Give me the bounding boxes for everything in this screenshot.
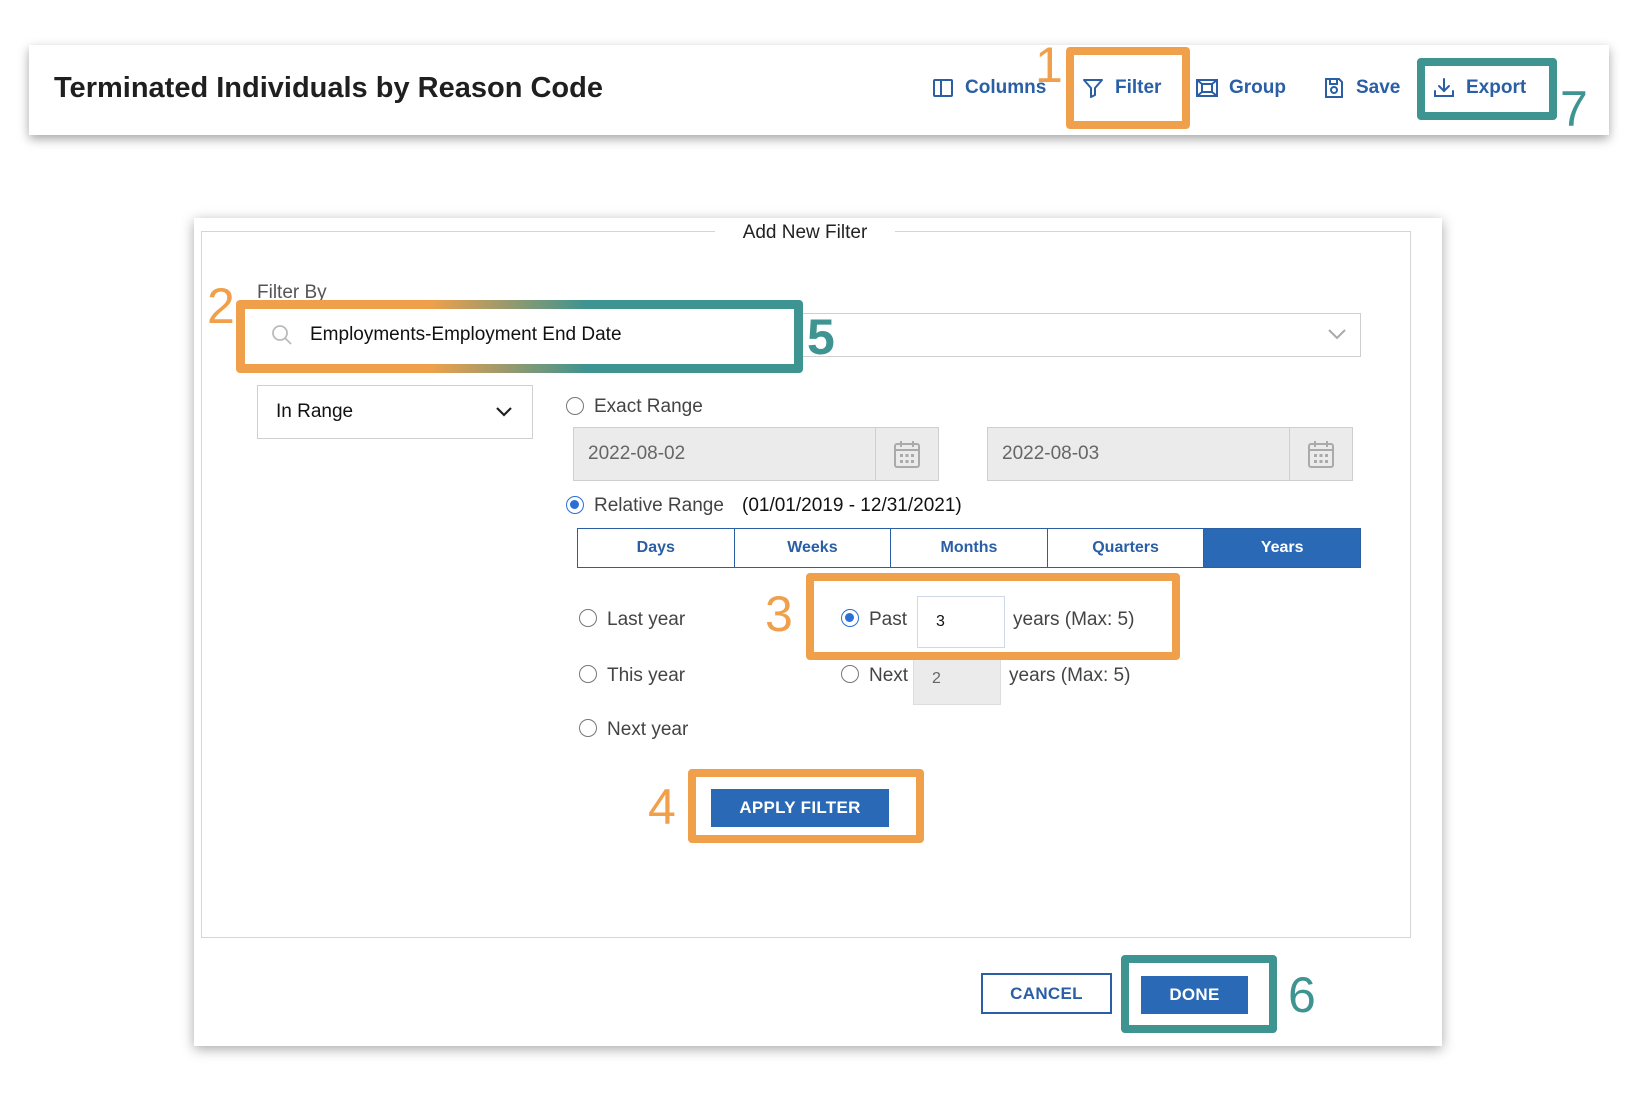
- annotation-number-5: 5: [807, 309, 835, 365]
- unit-days-button[interactable]: Days: [578, 529, 735, 567]
- annotation-box-7: [1417, 58, 1557, 120]
- group-icon: [1196, 79, 1218, 97]
- annotation-box-3: [806, 573, 1180, 660]
- exact-start-value: 2022-08-02: [588, 443, 686, 464]
- next-radio[interactable]: [841, 665, 859, 688]
- unit-years-button[interactable]: Years: [1204, 529, 1360, 567]
- chevron-down-icon[interactable]: [1326, 325, 1348, 343]
- unit-weeks-button[interactable]: Weeks: [734, 529, 892, 567]
- calendar-icon[interactable]: [1289, 428, 1352, 480]
- page-title: Terminated Individuals by Reason Code: [54, 72, 603, 104]
- annotation-number-2: 2: [207, 278, 235, 334]
- relative-range-radio[interactable]: [566, 496, 584, 519]
- next-year-radio[interactable]: [579, 719, 597, 742]
- operator-select[interactable]: In Range: [257, 385, 533, 439]
- exact-end-value: 2022-08-03: [1002, 443, 1100, 464]
- annotation-number-1: 1: [1035, 37, 1063, 93]
- exact-range-label: Exact Range: [594, 396, 703, 417]
- relative-range-label: Relative Range: [594, 495, 724, 516]
- calendar-icon[interactable]: [875, 428, 938, 480]
- exact-start-date[interactable]: 2022-08-02: [573, 427, 939, 481]
- group-label: Group: [1229, 77, 1286, 98]
- annotation-box-4: [688, 769, 924, 843]
- dialog-title: Add New Filter: [715, 222, 895, 244]
- annotation-box-6: [1121, 955, 1277, 1033]
- last-year-label: Last year: [607, 609, 686, 630]
- exact-range-radio[interactable]: [566, 397, 584, 420]
- columns-button[interactable]: Columns: [931, 76, 1046, 100]
- save-button[interactable]: Save: [1322, 76, 1400, 100]
- annotation-number-6: 6: [1288, 967, 1316, 1023]
- exact-end-date[interactable]: 2022-08-03: [987, 427, 1353, 481]
- operator-value: In Range: [276, 401, 354, 422]
- next-label: Next: [869, 665, 909, 686]
- annotation-number-7: 7: [1560, 81, 1588, 137]
- relative-range-dates: (01/01/2019 - 12/31/2021): [742, 495, 962, 516]
- annotation-box-1: [1066, 47, 1190, 129]
- this-year-radio[interactable]: [579, 665, 597, 688]
- columns-icon: [933, 79, 953, 97]
- save-icon: [1325, 78, 1343, 98]
- save-label: Save: [1356, 77, 1401, 98]
- unit-quarters-button[interactable]: Quarters: [1047, 529, 1205, 567]
- filter-by-value[interactable]: Employments-Employment End Date: [310, 324, 622, 346]
- search-icon: [272, 325, 292, 345]
- annotation-number-3: 3: [765, 586, 793, 642]
- unit-months-button[interactable]: Months: [891, 529, 1048, 567]
- last-year-radio[interactable]: [579, 609, 597, 632]
- annotation-number-4: 4: [648, 779, 676, 835]
- cancel-button[interactable]: CANCEL: [981, 973, 1112, 1014]
- next-suffix: years (Max: 5): [1009, 665, 1131, 686]
- unit-segmented-control: Days Weeks Months Quarters Years: [577, 528, 1361, 568]
- next-count-input[interactable]: 2: [913, 653, 1001, 705]
- this-year-label: This year: [607, 665, 686, 686]
- chevron-down-icon: [496, 407, 512, 417]
- next-year-label: Next year: [607, 719, 689, 740]
- group-button[interactable]: Group: [1195, 76, 1286, 100]
